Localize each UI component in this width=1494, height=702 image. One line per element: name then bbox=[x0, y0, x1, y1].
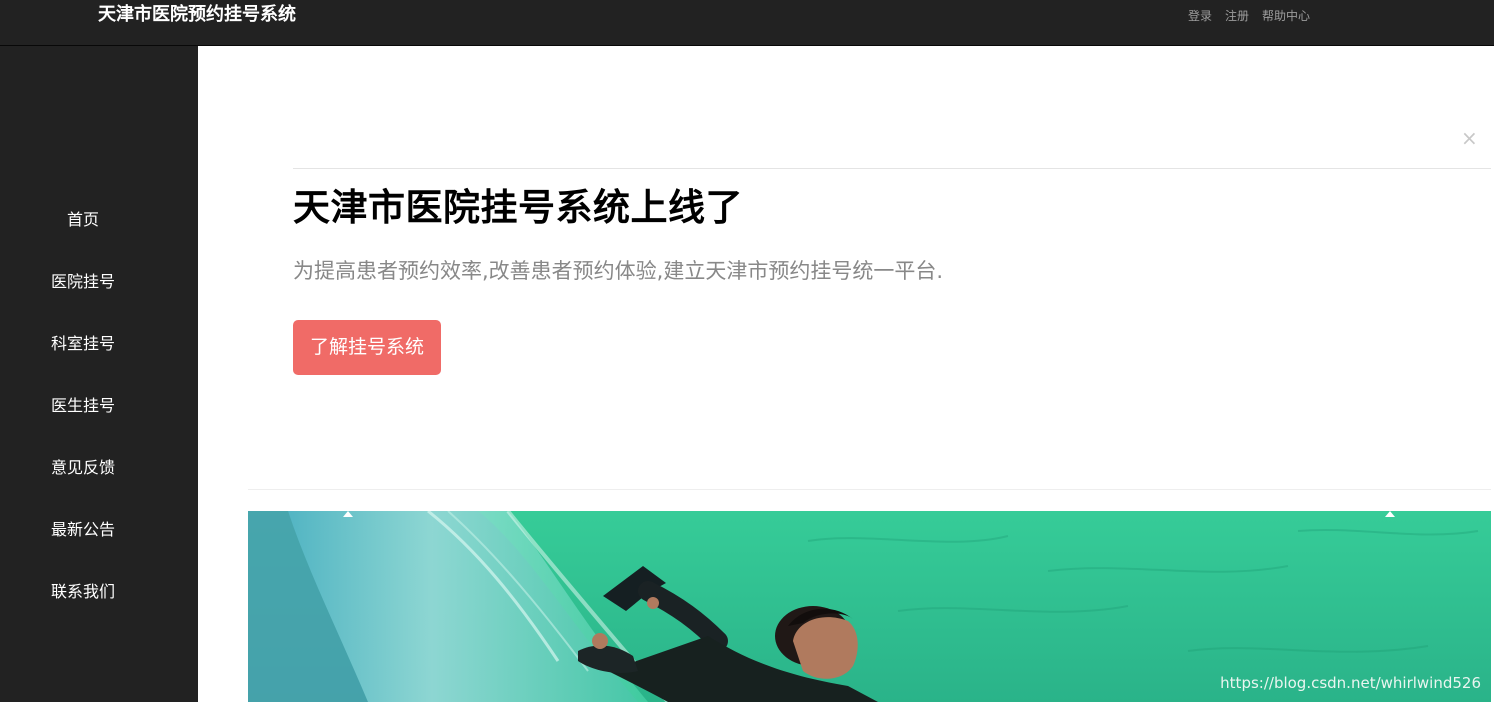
sidebar-menu: 首页 医院挂号 科室挂号 医生挂号 意见反馈 最新公告 联系我们 bbox=[0, 199, 166, 633]
sidebar: 首页 医院挂号 科室挂号 医生挂号 意见反馈 最新公告 联系我们 bbox=[0, 46, 198, 702]
watermark-text: https://blog.csdn.net/whirlwind526 bbox=[1220, 674, 1481, 692]
sidebar-item-department-registration[interactable]: 科室挂号 bbox=[0, 323, 166, 385]
top-nav-links: 登录 注册 帮助中心 bbox=[1175, 8, 1310, 24]
sidebar-item-feedback[interactable]: 意见反馈 bbox=[0, 447, 166, 509]
site-brand[interactable]: 天津市医院预约挂号系统 bbox=[98, 4, 296, 26]
sidebar-item-home[interactable]: 首页 bbox=[0, 199, 166, 261]
register-link[interactable]: 注册 bbox=[1225, 8, 1249, 24]
sidebar-item-hospital-registration[interactable]: 医院挂号 bbox=[0, 261, 166, 323]
carousel-next-icon[interactable] bbox=[1385, 511, 1395, 517]
help-center-link[interactable]: 帮助中心 bbox=[1262, 8, 1310, 24]
sidebar-item-announcements[interactable]: 最新公告 bbox=[0, 509, 166, 571]
sidebar-item-doctor-registration[interactable]: 医生挂号 bbox=[0, 385, 166, 447]
carousel-prev-icon[interactable] bbox=[343, 511, 353, 517]
main-content: × 天津市医院挂号系统上线了 为提高患者预约效率,改善患者预约体验,建立天津市预… bbox=[198, 46, 1494, 702]
login-link[interactable]: 登录 bbox=[1188, 8, 1212, 24]
divider bbox=[293, 168, 1491, 169]
close-icon[interactable]: × bbox=[1461, 128, 1478, 148]
image-carousel[interactable]: https://blog.csdn.net/whirlwind526 bbox=[248, 511, 1491, 702]
top-navbar: 天津市医院预约挂号系统 登录 注册 帮助中心 bbox=[0, 0, 1494, 46]
learn-more-button[interactable]: 了解挂号系统 bbox=[293, 320, 441, 375]
divider bbox=[248, 489, 1491, 490]
sidebar-item-contact-us[interactable]: 联系我们 bbox=[0, 571, 166, 633]
hero-subtitle: 为提高患者预约效率,改善患者预约体验,建立天津市预约挂号统一平台. bbox=[293, 259, 944, 283]
hero-title: 天津市医院挂号系统上线了 bbox=[293, 186, 743, 229]
